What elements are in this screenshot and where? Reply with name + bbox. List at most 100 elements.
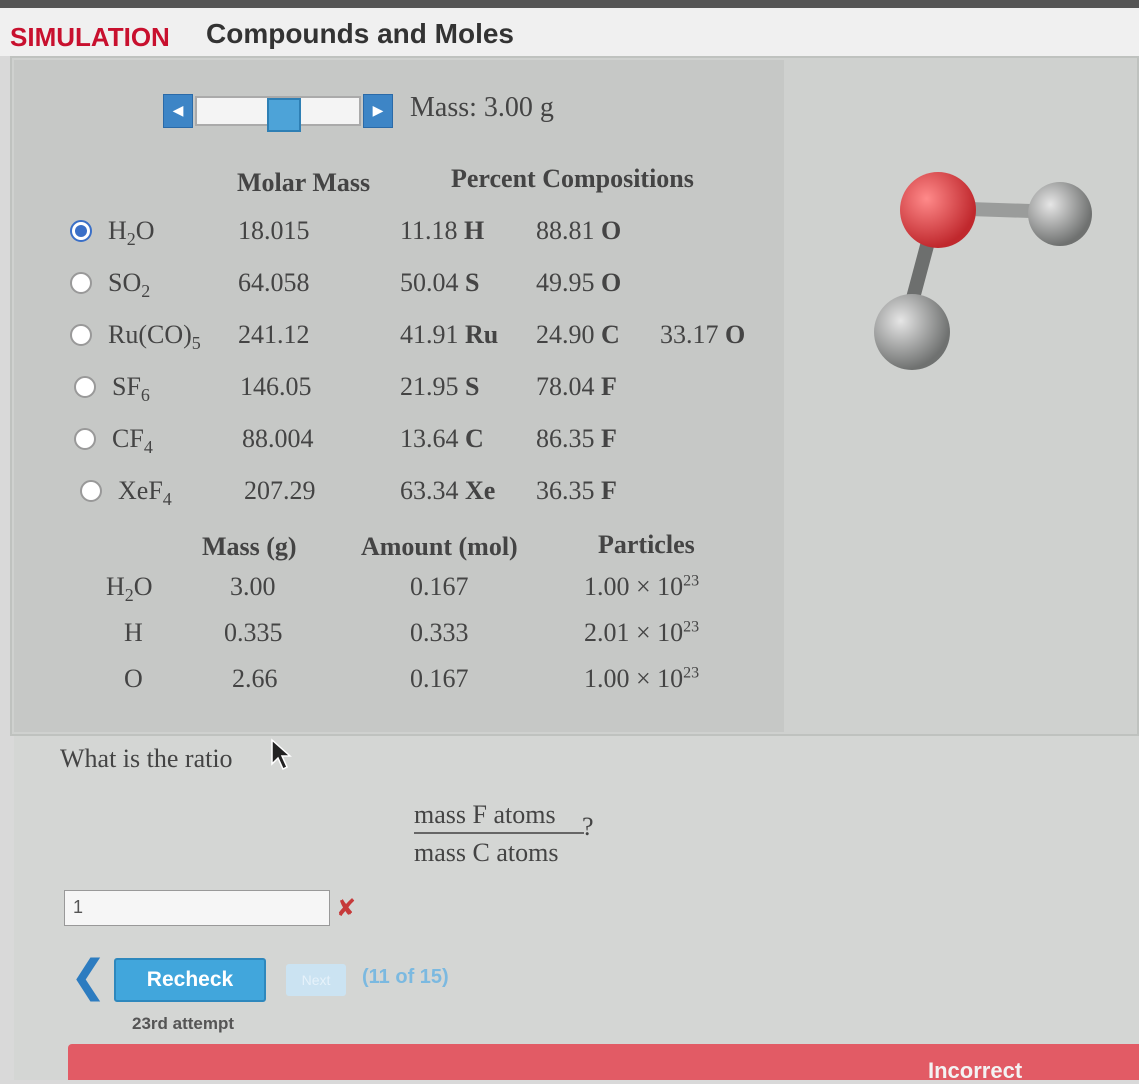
mass-value: 0.335 (224, 618, 283, 647)
formula-part: H (108, 216, 127, 245)
compound-formula[interactable]: XeF4 (118, 476, 172, 510)
amount-row-label: O (124, 664, 143, 698)
compound-formula[interactable]: H2O (108, 216, 155, 250)
percent-composition-value: 24.90 C (536, 320, 620, 350)
compound-radio-button[interactable] (74, 428, 96, 450)
mass-header: Mass (g) (202, 532, 297, 561)
formula-subscript: 6 (140, 385, 150, 406)
percent-composition-value: 11.18 H (400, 216, 484, 246)
formula-subscript: 2 (124, 585, 134, 606)
oxygen-atom (900, 172, 976, 248)
percent-composition-header: Percent Compositions (451, 164, 694, 193)
element-symbol: Ru (465, 320, 499, 349)
percent-value: 78.04 (536, 372, 601, 401)
slider-track[interactable] (195, 96, 361, 132)
mass-value: 3.00 (230, 572, 276, 601)
recheck-button[interactable]: Recheck (114, 958, 266, 1002)
hydrogen-atom (1028, 182, 1092, 246)
header: SIMULATION Compounds and Moles (0, 8, 1139, 56)
percent-value: 41.91 (400, 320, 465, 349)
percent-composition-value: 63.34 Xe (400, 476, 495, 506)
slider-thumb[interactable] (267, 98, 301, 132)
compound-radio-button[interactable] (70, 220, 92, 242)
feedback-bar: Incorrect (68, 1044, 1139, 1083)
percent-value: 86.35 (536, 424, 601, 453)
percent-composition-value: 21.95 S (400, 372, 479, 402)
chevron-left-icon: ◀ (172, 103, 184, 119)
formula-subscript: 4 (162, 489, 172, 510)
molar-mass-value: 18.015 (238, 216, 310, 245)
compound-formula[interactable]: CF4 (112, 424, 153, 458)
formula-part: O (135, 216, 155, 245)
percent-composition-value: 41.91 Ru (400, 320, 498, 350)
slider-increase-button[interactable]: ▶ (363, 94, 393, 128)
formula-part: O (133, 572, 153, 601)
percent-composition-value: 33.17 O (660, 320, 745, 350)
answer-input[interactable]: 1 (64, 890, 330, 926)
formula-subscript: 2 (141, 281, 151, 302)
formula-subscript: 4 (143, 437, 153, 458)
particles-mantissa: 1.00 × 10 (584, 664, 684, 693)
element-symbol: F (601, 424, 617, 453)
slider-decrease-button[interactable]: ◀ (163, 94, 193, 128)
percent-composition-value: 13.64 C (400, 424, 484, 454)
formula-part: CF (112, 424, 144, 453)
mouse-cursor-icon (271, 738, 292, 771)
amount-header: Amount (mol) (361, 532, 518, 561)
particles-exponent: 23 (683, 572, 700, 590)
element-symbol: O (601, 216, 622, 245)
particles-exponent: 23 (683, 618, 700, 636)
formula-part: H (124, 618, 143, 647)
formula-part: Ru(CO) (108, 320, 192, 349)
percent-value: 21.95 (400, 372, 465, 401)
molar-mass-value: 64.058 (238, 268, 310, 297)
percent-value: 49.95 (536, 268, 601, 297)
molar-mass-header: Molar Mass (237, 168, 371, 197)
compound-radio-button[interactable] (70, 272, 92, 294)
compound-formula[interactable]: SO2 (108, 268, 150, 302)
molecule-model (874, 172, 1092, 370)
amount-value: 0.167 (410, 572, 469, 601)
back-chevron-icon[interactable]: ❮ (70, 955, 107, 999)
percent-composition-value: 78.04 F (536, 372, 617, 402)
compound-formula[interactable]: Ru(CO)5 (108, 320, 201, 354)
error-x-icon: ✘ (336, 894, 357, 922)
percent-composition-value: 50.04 S (400, 268, 479, 298)
particles-header: Particles (598, 530, 695, 559)
element-symbol: S (465, 372, 480, 401)
element-symbol: C (601, 320, 620, 349)
question-text: What is the ratio (60, 744, 233, 773)
element-symbol: H (464, 216, 485, 245)
element-symbol: O (725, 320, 746, 349)
amount-row-label: H (124, 618, 143, 652)
question-mark: ? (582, 812, 594, 841)
mass-value: 2.66 (232, 664, 278, 693)
compound-formula[interactable]: SF6 (112, 372, 150, 406)
formula-part: H (106, 572, 125, 601)
percent-value: 88.81 (536, 216, 601, 245)
percent-value: 11.18 (400, 216, 465, 245)
particles-value: 2.01 × 1023 (584, 618, 699, 648)
particles-mantissa: 2.01 × 10 (584, 618, 684, 647)
amount-value: 0.333 (410, 618, 469, 647)
percent-value: 50.04 (400, 268, 465, 297)
formula-part: O (124, 664, 143, 693)
percent-value: 63.34 (400, 476, 465, 505)
simulation-label: SIMULATION (10, 22, 170, 52)
percent-composition-value: 86.35 F (536, 424, 617, 454)
top-bar (0, 0, 1139, 8)
percent-value: 33.17 (660, 320, 725, 349)
compound-radio-button[interactable] (74, 376, 96, 398)
particles-mantissa: 1.00 × 10 (584, 572, 684, 601)
next-button[interactable]: Next (286, 964, 346, 996)
compound-radio-button[interactable] (70, 324, 92, 346)
compound-radio-button[interactable] (80, 480, 102, 502)
amount-row-label: H2O (106, 572, 153, 606)
mass-slider[interactable]: ◀ ▶ (163, 94, 393, 132)
percent-value: 13.64 (400, 424, 465, 453)
molar-mass-value: 88.004 (242, 424, 314, 453)
element-symbol: C (465, 424, 484, 453)
particles-value: 1.00 × 1023 (584, 572, 699, 602)
question-progress: (11 of 15) (362, 966, 449, 988)
molar-mass-value: 207.29 (244, 476, 316, 505)
